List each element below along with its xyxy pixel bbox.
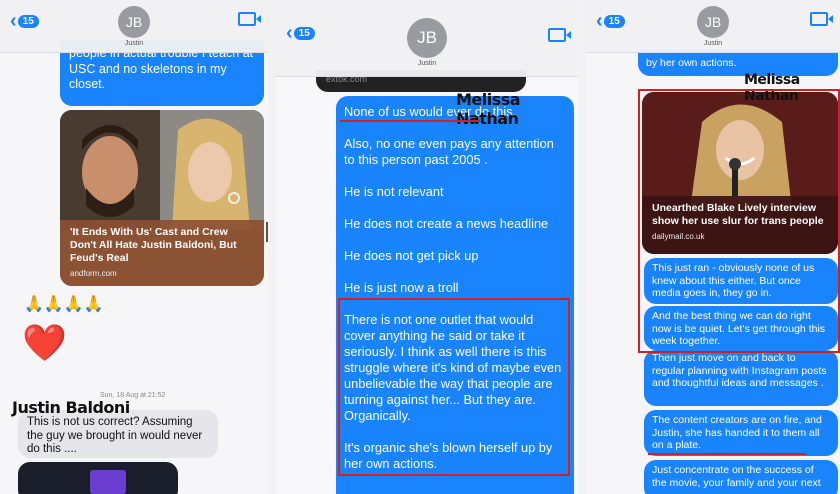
back-button[interactable]: ‹ 15 <box>596 10 625 33</box>
avatar[interactable]: JB <box>407 18 447 58</box>
chat-header: ‹ 15 JB Justin <box>0 0 268 53</box>
contact-name[interactable]: Justin <box>276 60 578 67</box>
conversation-panel-1: ‹ 15 JB Justin people in actual trouble I… <box>0 0 268 494</box>
article-photo <box>60 110 264 230</box>
chevron-left-icon: ‹ <box>10 10 17 32</box>
video-call-icon[interactable] <box>810 12 833 26</box>
avatar[interactable]: JB <box>118 6 150 38</box>
scrollbar[interactable] <box>266 222 268 242</box>
chevron-left-icon: ‹ <box>596 10 603 32</box>
video-call-icon[interactable] <box>238 12 261 26</box>
speaker-label: Melissa Nathan <box>456 90 521 128</box>
conversation-panel-2: ‹ 15 JB Justin extok.com Melissa Nathan N… <box>276 0 578 494</box>
chevron-left-icon: ‹ <box>286 22 293 44</box>
speaker-label: Justin Baldoni <box>12 398 130 417</box>
back-button[interactable]: ‹ 15 <box>10 10 39 33</box>
message-bubble[interactable]: None of us would ever do this. Also, no … <box>336 96 574 494</box>
message-bubble[interactable]: Just concentrate on the success of the m… <box>644 460 838 494</box>
link-preview-card[interactable]: 'It Ends With Us' Cast and Crew Don't Al… <box>60 110 264 286</box>
message-bubble[interactable]: This just ran - obviously none of us kne… <box>644 258 838 304</box>
unread-badge: 15 <box>17 15 39 28</box>
message-bubble[interactable]: The content creators are on fire, and Ju… <box>644 410 838 456</box>
conversation-panel-3: ‹ 15 JB Justin by her own actions. Meliss… <box>586 0 840 494</box>
article-title: Unearthed Blake Lively interview show he… <box>652 202 824 227</box>
link-preview-card[interactable]: Unearthed Blake Lively interview show he… <box>642 92 838 254</box>
article-caption: Unearthed Blake Lively interview show he… <box>642 196 838 254</box>
media-preview[interactable] <box>18 462 178 494</box>
article-photo <box>642 92 838 210</box>
avatar[interactable]: JB <box>697 6 729 38</box>
speaker-label: Melissa Nathan <box>744 72 800 104</box>
article-caption: 'It Ends With Us' Cast and Crew Don't Al… <box>60 220 264 286</box>
chat-header: ‹ 15 JB Justin <box>586 0 840 53</box>
back-button[interactable]: ‹ 15 <box>286 22 315 45</box>
highlight-underline <box>648 453 806 455</box>
highlight-underline <box>340 120 480 122</box>
video-call-icon[interactable] <box>548 28 571 42</box>
message-bubble[interactable]: And the best thing we can do right now i… <box>644 306 838 350</box>
heart-emoji-message[interactable]: ❤️ <box>22 322 67 364</box>
article-source: dailymail.co.uk <box>652 232 705 241</box>
contact-name[interactable]: Justin <box>586 40 840 47</box>
unread-badge: 15 <box>293 27 315 40</box>
emoji-message[interactable]: 🙏🙏🙏🙏 <box>24 294 104 314</box>
unread-badge: 15 <box>603 15 625 28</box>
contact-name[interactable]: Justin <box>0 40 268 47</box>
message-bubble[interactable]: Then just move on and back to regular pl… <box>644 350 838 406</box>
media-thumbnail-icon <box>90 470 126 494</box>
article-source: andform.com <box>70 269 117 278</box>
message-bubble[interactable]: This is not us correct? Assuming the guy… <box>18 410 218 458</box>
chat-header: ‹ 15 JB Justin <box>276 0 578 77</box>
article-title: 'It Ends With Us' Cast and Crew Don't Al… <box>70 226 237 264</box>
